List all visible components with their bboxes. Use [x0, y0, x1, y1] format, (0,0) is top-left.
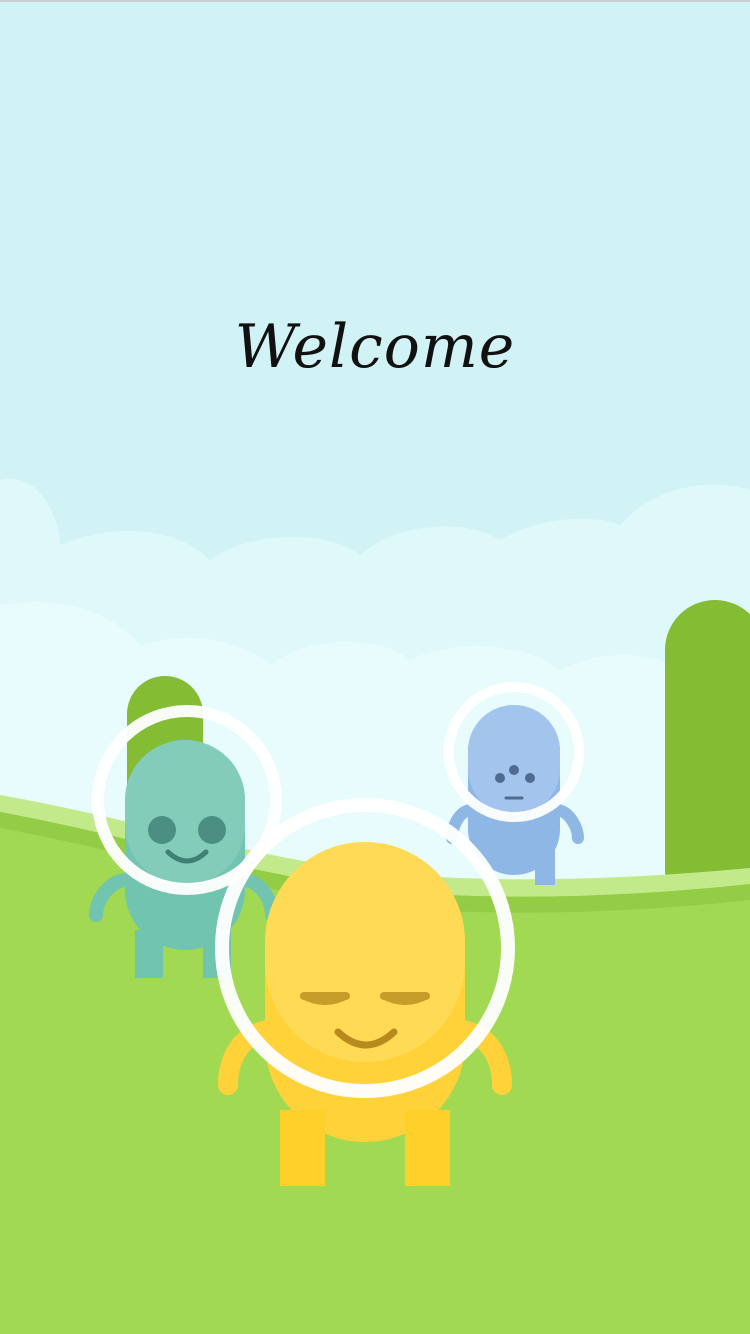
welcome-title: Welcome: [234, 312, 516, 382]
welcome-illustration: [0, 478, 750, 1334]
